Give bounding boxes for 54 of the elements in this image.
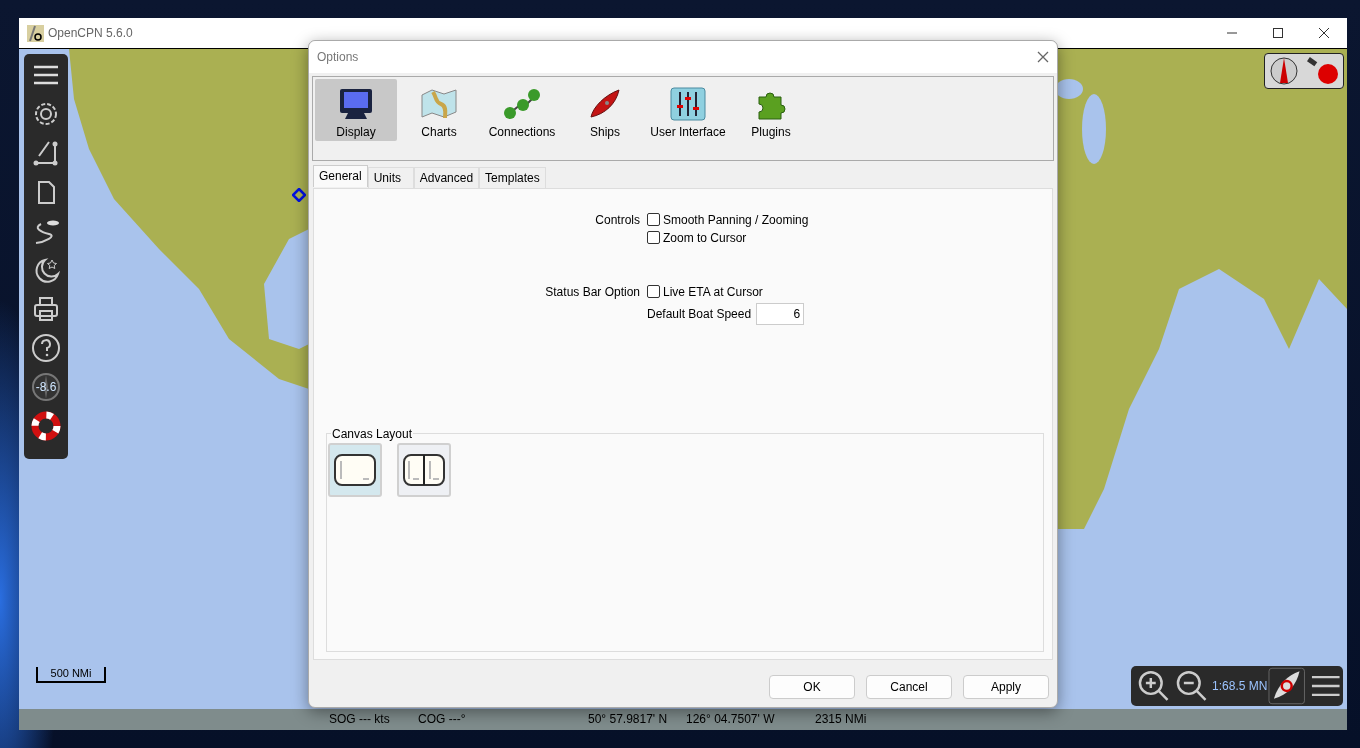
course-over-ground: COG ---° xyxy=(418,712,467,726)
setting-label: Controls xyxy=(594,212,640,229)
zoom-in-icon[interactable] xyxy=(1137,669,1171,703)
category-button[interactable]: Display xyxy=(315,78,397,141)
help-icon[interactable] xyxy=(31,333,61,363)
zoom-out-icon[interactable] xyxy=(1174,669,1209,703)
boat-icon xyxy=(587,86,623,121)
category-button[interactable]: User Interface xyxy=(647,78,729,141)
checkbox-label[interactable]: Smooth Panning / Zooming xyxy=(663,212,809,227)
compass-widget[interactable] xyxy=(1264,53,1344,89)
compass-needle-icon xyxy=(1268,56,1299,86)
checkbox-label[interactable]: Zoom to Cursor xyxy=(663,230,747,245)
chart-scale: 1:68.5 MN xyxy=(1212,679,1265,693)
map-icon xyxy=(419,86,459,121)
checkbox-label[interactable]: Live ETA at Cursor xyxy=(663,284,763,299)
close-icon[interactable] xyxy=(1037,50,1049,63)
category-button[interactable]: Ships xyxy=(564,78,646,141)
split-layout-button[interactable] xyxy=(397,443,451,497)
printer-icon[interactable] xyxy=(31,294,61,324)
checkbox[interactable] xyxy=(647,285,660,299)
group-title: Canvas Layout xyxy=(331,427,414,441)
boat-speed-field[interactable]: 6 xyxy=(756,302,805,325)
setting-label: Status Bar Option xyxy=(544,284,640,301)
app-logo-icon xyxy=(27,24,44,42)
cursor-distance: 2315 NMi xyxy=(815,712,868,726)
checkbox[interactable] xyxy=(647,231,660,245)
speed-over-ground: SOG --- kts xyxy=(329,712,391,726)
tab[interactable]: Templates xyxy=(479,166,546,188)
dialog-button[interactable]: OK xyxy=(769,675,855,699)
magnetic-variation: -8.6 xyxy=(34,380,58,394)
scale-bar: 500 NMi xyxy=(36,667,106,683)
dialog-button[interactable]: Cancel xyxy=(866,675,952,699)
category-button[interactable]: Charts xyxy=(398,78,480,141)
dialog-title: Options xyxy=(317,49,359,64)
lifebuoy-icon[interactable] xyxy=(31,411,61,441)
cursor-latitude: 50° 57.9817' N xyxy=(588,712,669,726)
category-button[interactable]: Plugins xyxy=(730,78,812,141)
tab[interactable]: Advanced xyxy=(413,166,480,188)
category-button[interactable]: Connections xyxy=(481,78,563,141)
field-label: Default Boat Speed xyxy=(647,306,752,321)
window-title: OpenCPN 5.6.0 xyxy=(48,26,133,40)
checkbox[interactable] xyxy=(647,213,660,227)
gps-status-icon xyxy=(1305,56,1340,86)
ship-icon[interactable] xyxy=(1268,667,1306,705)
sliders-icon xyxy=(670,86,706,121)
single-layout-button[interactable] xyxy=(328,443,382,497)
tab[interactable]: General xyxy=(313,164,368,187)
connection-nodes-icon xyxy=(502,86,542,121)
cursor-longitude: 126° 04.7507' W xyxy=(686,712,776,726)
compass-icon[interactable] xyxy=(31,372,61,402)
waypoint-icon[interactable] xyxy=(292,188,306,202)
tab[interactable]: Units xyxy=(367,166,414,188)
monitor-icon xyxy=(338,86,374,121)
dialog-button[interactable]: Apply xyxy=(963,675,1049,699)
